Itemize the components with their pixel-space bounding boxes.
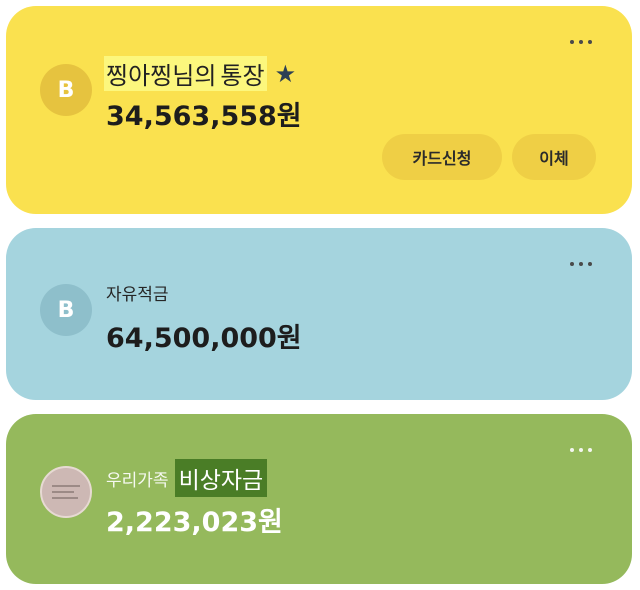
account-group-name: 우리가족: [106, 470, 169, 491]
account-title: 자유적금: [106, 285, 169, 305]
account-balance: 64,500,000원: [106, 323, 302, 354]
account-balance: 2,223,023원: [106, 507, 283, 538]
account-type-label: 비상자금: [174, 459, 268, 497]
savings-account-card[interactable]: B 자유적금 64,500,000원: [6, 228, 632, 400]
account-balance: 34,563,558원: [106, 101, 302, 132]
more-options-icon[interactable]: [570, 448, 592, 452]
star-icon[interactable]: ★: [275, 60, 297, 88]
account-type-label: 통장: [218, 56, 267, 91]
account-owner-name: 찡아찡님의: [104, 56, 219, 91]
bank-logo-icon: B: [40, 64, 92, 116]
family-account-card[interactable]: 우리가족 비상자금 2,223,023원: [6, 414, 632, 584]
account-title: 찡아찡님의 통장 ★: [104, 56, 296, 91]
more-options-icon[interactable]: [570, 262, 592, 266]
main-account-card[interactable]: B 찡아찡님의 통장 ★ 34,563,558원 카드신청 이체: [6, 6, 632, 214]
family-photo-avatar: [40, 466, 92, 518]
bank-logo-icon: B: [40, 284, 92, 336]
more-options-icon[interactable]: [570, 40, 592, 44]
transfer-button[interactable]: 이체: [512, 134, 596, 180]
account-title: 우리가족 비상자금: [106, 459, 268, 497]
card-apply-button[interactable]: 카드신청: [382, 134, 502, 180]
